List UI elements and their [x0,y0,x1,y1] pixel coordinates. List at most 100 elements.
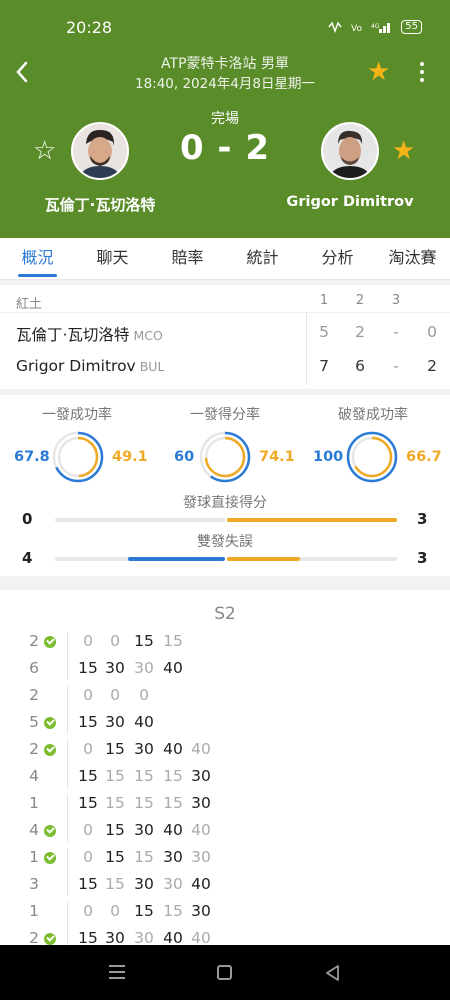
tab-chat[interactable]: 聊天 [75,238,150,279]
point-score: 0 [83,848,93,866]
point-score: 0 [83,902,93,920]
nav-back-icon[interactable] [324,964,340,982]
stat-value-p1: 60 [174,449,195,465]
point-score: 30 [191,794,211,812]
match-score: 0 - 2 [179,128,271,168]
stat-value-p2: 49.1 [112,449,148,465]
point-score: 40 [191,929,211,945]
player1-score-row[interactable]: 瓦倫丁·瓦切洛特 MCO 5 2 - 0 [0,319,450,349]
point-score: 0 [110,632,120,650]
game-score: 2 [29,686,39,704]
total-sets: 2 [427,357,437,375]
point-score: 0 [83,632,93,650]
point-score: 15 [134,794,154,812]
tab-bar: 概況 聊天 賠率 統計 分析 淘汰賽 [0,238,450,280]
status-icons: Vo 4G 55 [327,20,422,34]
game-row: 2 5 0 0 0 15 30 40 [0,686,450,740]
stat-ring [346,431,398,483]
point-score: 30 [134,929,154,945]
tab-knockout[interactable]: 淘汰賽 [375,238,450,279]
point-score: 15 [78,713,98,731]
stats-card: 一發成功率 一發得分率 破發成功率 67.8 49.1 60 74.1 100 … [0,395,450,576]
point-score: 40 [163,740,183,758]
total-sets: 0 [427,323,437,341]
country-code: BUL [139,359,165,374]
nav-menu-icon[interactable] [109,965,125,979]
bar-value-p2: 3 [417,549,428,567]
player2-score-row[interactable]: Grigor Dimitrov BUL 7 6 - 2 [0,353,450,383]
game-score: 1 [29,794,39,812]
point-score: 0 [110,686,120,704]
point-score: 15 [78,875,98,893]
player-name: 瓦倫丁·瓦切洛特 MCO [16,326,163,344]
point-score: 30 [134,740,154,758]
game-row: 1 2 0 0 15 15 30 15 30 30 40 40 [0,902,450,945]
serve-check-icon [44,852,56,864]
player1-name[interactable]: 瓦倫丁·瓦切洛特 [0,194,200,215]
point-score: 15 [163,794,183,812]
point-score: 30 [191,902,211,920]
surface-label: 紅土 [16,297,43,312]
set-score: 5 [319,323,329,341]
stat-ring [199,431,251,483]
point-score: 0 [83,686,93,704]
point-score: 0 [83,821,93,839]
set-score-card: 紅土 1 2 3 瓦倫丁·瓦切洛特 MCO 5 2 - 0 Grigor Dimi… [0,285,450,389]
point-score: 30 [134,659,154,677]
more-icon[interactable] [416,60,428,84]
stat-value-p1: 100 [313,449,344,465]
point-score: 30 [134,875,154,893]
point-score: 30 [105,713,125,731]
set-header: 2 [355,293,365,308]
svg-text:Vo: Vo [351,24,362,33]
point-score: 40 [134,713,154,731]
set-score: - [393,323,399,341]
bar-fill-p2 [227,518,397,522]
serve-check-icon [44,744,56,756]
bar-value-p2: 3 [417,510,428,528]
player2-name[interactable]: Grigor Dimitrov [250,194,450,210]
stat-label: 一發成功率 [42,407,112,423]
game-score: 1 [29,848,39,866]
set-title: S2 [214,604,236,624]
serve-check-icon [44,825,56,837]
point-score: 15 [134,632,154,650]
game-row: 2 6 0 0 15 15 15 30 30 40 [0,632,450,686]
point-score: 15 [78,794,98,812]
game-score: 4 [29,821,39,839]
tab-analysis[interactable]: 分析 [300,238,375,279]
game-score: 2 [29,740,39,758]
player1-avatar[interactable] [71,122,129,180]
tab-odds[interactable]: 賠率 [150,238,225,279]
star-icon[interactable]: ★ [367,59,390,85]
point-score: 15 [78,767,98,785]
player-name: Grigor Dimitrov BUL [16,357,165,375]
player2-avatar[interactable] [321,122,379,180]
game-row: 1 3 0 15 15 30 30 15 15 30 30 40 [0,848,450,902]
divider [67,848,68,896]
battery-icon: 55 [401,20,422,34]
game-score: 3 [29,875,39,893]
point-score: 40 [191,821,211,839]
status-time: 20:28 [66,18,113,37]
point-score: 15 [134,767,154,785]
nav-home-icon[interactable] [217,965,232,980]
favorite-player2-star-icon[interactable]: ★ [392,138,415,164]
stat-label: 破發成功率 [338,407,408,423]
bar-stat-label: 發球直接得分 [183,495,267,511]
point-score: 15 [105,821,125,839]
favorite-player1-star-icon[interactable]: ☆ [33,138,56,164]
point-score: 15 [78,929,98,945]
game-row: 1 4 15 15 15 15 30 0 15 30 40 40 [0,794,450,848]
point-score: 15 [163,632,183,650]
stat-value-p2: 74.1 [259,449,295,465]
divider [0,312,450,313]
point-score: 40 [191,740,211,758]
stat-ring [52,431,104,483]
tab-overview[interactable]: 概況 [0,238,75,279]
tab-stats[interactable]: 統計 [225,238,300,279]
stat-value-p1: 67.8 [14,449,50,465]
vibrate-icon [328,21,342,33]
svg-text:4G: 4G [371,23,380,30]
point-score: 0 [110,902,120,920]
